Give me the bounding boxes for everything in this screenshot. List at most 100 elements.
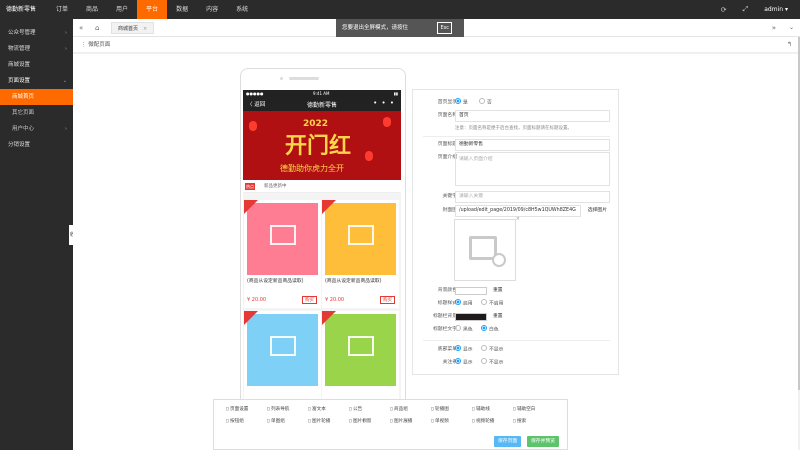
double-chevron-right-icon[interactable]: »: [772, 19, 776, 37]
more-icon[interactable]: • • •: [373, 99, 395, 107]
back-arrow-icon[interactable]: ↰: [787, 37, 792, 53]
bottom-menu-row: 底部菜单 显示 不显示: [413, 344, 620, 356]
sidebar-item-wechat[interactable]: 公众号管理 ›: [0, 25, 73, 41]
topnav-platform[interactable]: 平台: [137, 0, 168, 19]
chevron-down-icon[interactable]: ⌄: [789, 19, 794, 37]
radio-circle: [455, 345, 461, 351]
sidebar-item-user-center[interactable]: 用户中心 ›: [0, 121, 73, 137]
chevron-right-icon: ›: [65, 46, 67, 52]
radio-titlebar-enable[interactable]: 启用: [455, 299, 473, 308]
follow-bar-row: 关注条 显示 不显示: [413, 357, 620, 369]
home-icon[interactable]: ⌂: [95, 19, 99, 37]
goods-card[interactable]: [244, 311, 321, 410]
close-icon[interactable]: ×: [143, 26, 147, 32]
radio-homepage-no[interactable]: 否: [479, 98, 492, 107]
radio-text-black[interactable]: 黑色: [455, 325, 473, 334]
component-item[interactable]: ▯ 视频轮播: [472, 418, 494, 424]
sidebar-item-label: 用户中心: [12, 126, 35, 132]
component-item[interactable]: ▯ 搜索: [513, 418, 526, 424]
keyword-input[interactable]: 请输入关键: [455, 191, 610, 203]
radio-label: 白色: [489, 327, 499, 333]
radio-bottom-menu-show[interactable]: 显示: [455, 345, 473, 354]
component-item[interactable]: ▯ 富文本: [308, 406, 326, 412]
status-time: 9:41 AM: [313, 91, 330, 96]
component-item[interactable]: ▯ 列表导航: [267, 406, 289, 412]
component-item[interactable]: ▯ 轮播图: [431, 406, 449, 412]
phone-banner[interactable]: 2022 开门红 德勤助你虎力全开: [243, 111, 401, 180]
page-title-input[interactable]: 德勤新零售: [455, 139, 610, 151]
buy-button[interactable]: 购买: [302, 296, 317, 304]
refresh-icon[interactable]: ⟳: [721, 6, 727, 14]
tab-shop-home[interactable]: 商城首页 ×: [111, 22, 155, 34]
image-placeholder-icon: [270, 225, 296, 245]
sidebar-item-other-pages[interactable]: 其它页面: [0, 105, 73, 121]
sidebar-item-logistics[interactable]: 物流管理 ›: [0, 41, 73, 57]
admin-menu[interactable]: admin ▾: [764, 6, 788, 13]
brand-name: 德勤新零售: [6, 6, 37, 13]
component-item[interactable]: ▯ 辅助空白: [513, 406, 535, 412]
radio-titlebar-disable[interactable]: 不启用: [481, 299, 503, 308]
save-and-preview-button[interactable]: 保存并预览: [527, 436, 559, 447]
component-item[interactable]: ▯ 图片橱窗: [349, 418, 371, 424]
component-item[interactable]: ▯ 公告: [349, 406, 362, 412]
component-label: 页面设置: [230, 407, 249, 412]
page-intro-row: 页面介绍 请输入页面介绍: [413, 152, 620, 186]
page-name-input[interactable]: 首页: [455, 110, 610, 122]
radio-follow-hide[interactable]: 不显示: [481, 358, 503, 367]
sidebar-item-shop-home[interactable]: 商城首页: [0, 89, 73, 105]
sidebar-item-page-settings[interactable]: 页面设置 ⌄: [0, 73, 73, 89]
close-icon[interactable]: ×: [516, 216, 520, 222]
phone-nav-bar: 〈 返回 德勤新零售 • • •: [243, 98, 401, 111]
titlebar-bg-swatch[interactable]: [455, 313, 487, 321]
titlebar-bg-reset-button[interactable]: 重置: [493, 311, 503, 323]
component-item[interactable]: ▯ 图片轮播: [308, 418, 330, 424]
radio-circle: [455, 299, 461, 305]
component-item[interactable]: ▯ 单图组: [267, 418, 285, 424]
sidebar-item-shop-settings[interactable]: 商城设置: [0, 57, 73, 73]
radio-label: 不显示: [489, 347, 504, 353]
radio-label: 显示: [463, 360, 473, 366]
radio-label: 启用: [463, 301, 473, 307]
double-chevron-left-icon[interactable]: «: [79, 19, 83, 37]
phone-notice-bar[interactable]: 热点 新品更新中: [243, 180, 401, 193]
topnav-orders[interactable]: 订单: [47, 0, 77, 19]
goods-card[interactable]: [322, 311, 399, 410]
component-label: 轮播图: [435, 407, 449, 412]
top-bar: 德勤新零售 订单 商品 用户 平台 数据 内容 系统 ⟳ ⤢ admin ▾: [0, 0, 800, 19]
topnav-users[interactable]: 用户: [107, 0, 137, 19]
sidebar-item-distribution[interactable]: 分销设置: [0, 137, 73, 153]
component-item[interactable]: ▯ 辅助线: [472, 406, 490, 412]
titlebar-bg-row: 标题栏背景 重置: [413, 311, 620, 323]
sidebar-item-label: 页面设置: [8, 78, 31, 84]
topnav-goods[interactable]: 商品: [77, 0, 107, 19]
page-name-row: 页面名称 首页: [413, 110, 620, 122]
choose-image-button[interactable]: 选择图片: [584, 206, 610, 216]
goods-card[interactable]: (商品从设定新品商品读取) ¥ 20.00 购买: [322, 200, 399, 308]
radio-follow-show[interactable]: 显示: [455, 358, 473, 367]
bg-color-reset-button[interactable]: 重置: [493, 285, 503, 297]
component-label: 辅助空白: [517, 407, 536, 412]
fullscreen-icon[interactable]: ⤢: [743, 5, 749, 14]
goods-card[interactable]: (商品从设定新品商品读取) ¥ 20.00 购买: [244, 200, 321, 308]
radio-bottom-menu-hide[interactable]: 不显示: [481, 345, 504, 354]
topnav-content[interactable]: 内容: [197, 0, 227, 19]
topnav-data[interactable]: 数据: [167, 0, 197, 19]
component-item[interactable]: ▯ 按钮组: [226, 418, 244, 424]
save-page-button[interactable]: 保存页面: [494, 436, 522, 447]
page-intro-textarea[interactable]: 请输入页面介绍: [455, 152, 610, 186]
radio-text-white[interactable]: 白色: [481, 325, 499, 334]
radio-homepage-yes[interactable]: 是: [455, 98, 468, 107]
bg-color-swatch[interactable]: [455, 287, 487, 295]
menu-dots-icon: ⋮: [81, 42, 87, 48]
component-item[interactable]: ▯ 页面设置: [226, 406, 248, 412]
titlebar-bg-label: 标题栏背景: [433, 314, 457, 319]
bg-color-row: 背景颜色 重置: [413, 285, 620, 297]
component-item[interactable]: ▯ 单视频: [431, 418, 449, 424]
topnav-system[interactable]: 系统: [227, 0, 257, 19]
component-item[interactable]: ▯ 图片展播: [390, 418, 412, 424]
chevron-right-icon: ›: [65, 126, 67, 132]
page-name-note: 注意：页面名称是便于后台查找，页面标题请在标题设置。: [455, 126, 572, 131]
goods-name: (商品从设定新品商品读取): [325, 279, 382, 284]
component-item[interactable]: ▯ 商品组: [390, 406, 408, 412]
buy-button[interactable]: 购买: [380, 296, 395, 304]
